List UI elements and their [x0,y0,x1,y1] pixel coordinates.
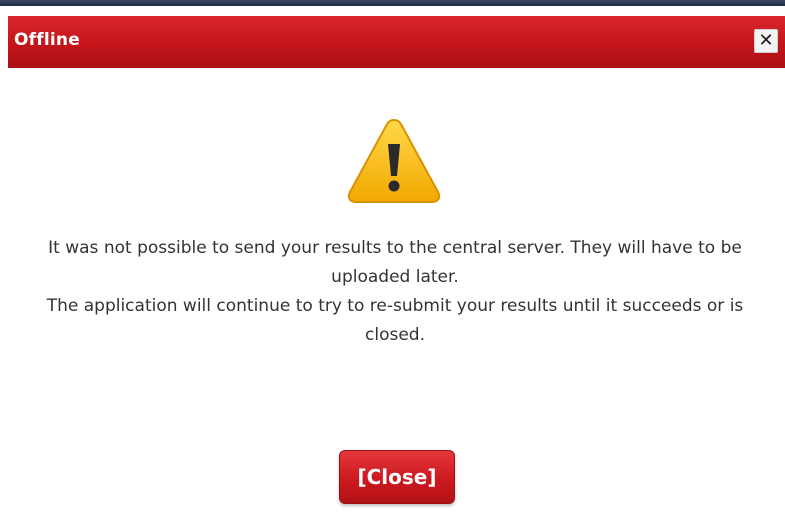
close-icon[interactable]: ✕ [754,29,778,53]
warning-icon [347,118,441,203]
message-line-1: It was not possible to send your results… [48,238,742,287]
message-line-2: The application will continue to try to … [46,296,744,345]
close-button[interactable]: [Close] [339,450,455,504]
dialog-message: It was not possible to send your results… [40,234,750,350]
close-icon-glyph: ✕ [758,30,774,51]
offline-dialog: Offline ✕ It was not possible to send yo… [0,6,785,530]
dialog-titlebar: Offline ✕ [8,16,785,68]
dialog-title: Offline [14,30,80,50]
